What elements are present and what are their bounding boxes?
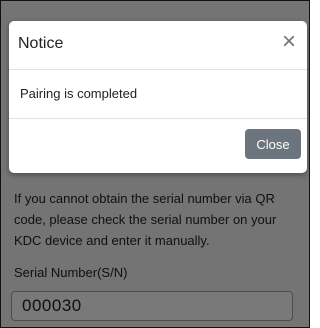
close-icon[interactable]: × <box>279 30 299 54</box>
notice-dialog: Notice × Pairing is completed Close <box>9 21 307 173</box>
dialog-body: Pairing is completed <box>9 70 307 119</box>
dialog-header: Notice × <box>9 21 307 70</box>
dialog-title: Notice <box>18 35 64 52</box>
dialog-footer: Close <box>9 119 307 174</box>
close-button[interactable]: Close <box>245 129 301 159</box>
screen-frame: If you cannot obtain the serial number v… <box>0 0 310 328</box>
dialog-message: Pairing is completed <box>20 86 138 101</box>
